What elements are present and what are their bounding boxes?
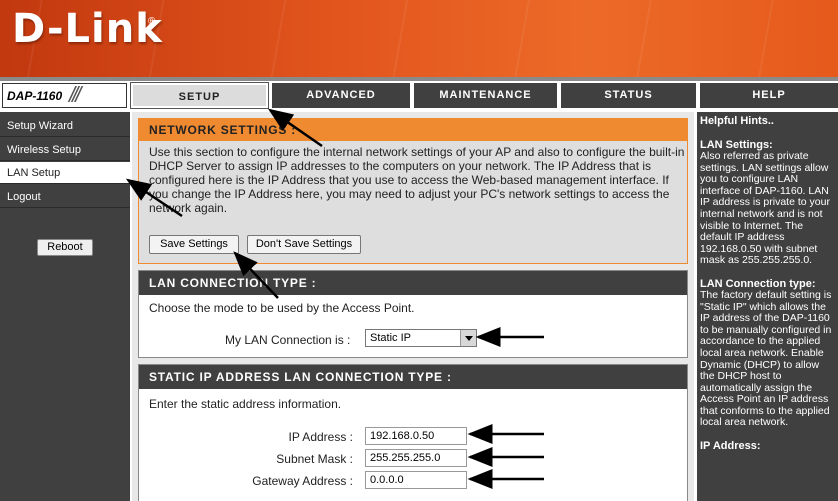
static-ip-title: STATIC IP ADDRESS LAN CONNECTION TYPE :	[139, 365, 687, 389]
dropdown-button[interactable]	[460, 330, 476, 346]
tab-maintenance[interactable]: MAINTENANCE	[412, 83, 557, 108]
tab-status[interactable]: STATUS	[559, 83, 696, 108]
sidebar-item-wireless-setup[interactable]: Wireless Setup	[0, 139, 130, 161]
lan-connection-panel: LAN CONNECTION TYPE : Choose the mode to…	[138, 270, 688, 358]
ip-address-input[interactable]: 192.168.0.50	[365, 427, 467, 445]
hint-text-lan-connection-type: The factory default setting is "Static I…	[700, 288, 832, 429]
sidebar-item-setup-wizard[interactable]: Setup Wizard	[0, 115, 130, 137]
top-navigation: DAP-1160 /// SETUP ADVANCED MAINTENANCE …	[0, 81, 838, 110]
model-label: DAP-1160	[7, 89, 63, 103]
ip-address-label: IP Address :	[288, 430, 353, 444]
gateway-address-label: Gateway Address :	[252, 474, 353, 488]
lan-connection-title: LAN CONNECTION TYPE :	[139, 271, 687, 295]
brand-header: D-Link ®	[0, 0, 838, 77]
sidebar-item-lan-setup[interactable]: LAN Setup	[0, 162, 130, 184]
helpful-hints-panel: Helpful Hints.. LAN Settings: Also refer…	[697, 112, 838, 501]
registered-mark: ®	[148, 16, 156, 27]
hint-text-lan-settings: Also referred as private settings. LAN s…	[700, 150, 830, 267]
network-settings-description: Use this section to configure the intern…	[149, 145, 685, 215]
static-ip-panel: STATIC IP ADDRESS LAN CONNECTION TYPE : …	[138, 364, 688, 501]
model-slashes: ///	[69, 82, 81, 107]
chevron-down-icon	[465, 336, 473, 341]
network-settings-title: NETWORK SETTINGS :	[139, 119, 687, 141]
tab-advanced[interactable]: ADVANCED	[270, 83, 410, 108]
subnet-mask-label: Subnet Mask :	[276, 452, 353, 466]
hints-title: Helpful Hints..	[700, 115, 774, 127]
tab-help[interactable]: HELP	[698, 83, 838, 108]
network-settings-panel: NETWORK SETTINGS : Use this section to c…	[138, 118, 688, 264]
dlink-logo: D-Link	[12, 6, 163, 52]
tab-setup[interactable]: SETUP	[130, 82, 269, 109]
lan-connection-description: Choose the mode to be used by the Access…	[149, 301, 415, 315]
sidebar: Setup Wizard Wireless Setup LAN Setup Lo…	[0, 112, 130, 501]
lan-connection-selected-value: Static IP	[370, 332, 411, 344]
lan-connection-label: My LAN Connection is :	[225, 333, 351, 347]
subnet-mask-input[interactable]: 255.255.255.0	[365, 449, 467, 467]
static-ip-description: Enter the static address information.	[149, 397, 342, 411]
main-content: NETWORK SETTINGS : Use this section to c…	[132, 112, 694, 501]
save-settings-button[interactable]: Save Settings	[149, 235, 239, 254]
hint-heading-ip-address: IP Address:	[700, 440, 761, 453]
reboot-button[interactable]: Reboot	[37, 239, 93, 256]
lan-connection-select[interactable]: Static IP	[365, 329, 477, 347]
dont-save-settings-button[interactable]: Don't Save Settings	[247, 235, 361, 254]
model-badge: DAP-1160 ///	[2, 82, 127, 108]
sidebar-item-logout[interactable]: Logout	[0, 186, 130, 208]
gateway-address-input[interactable]: 0.0.0.0	[365, 471, 467, 489]
